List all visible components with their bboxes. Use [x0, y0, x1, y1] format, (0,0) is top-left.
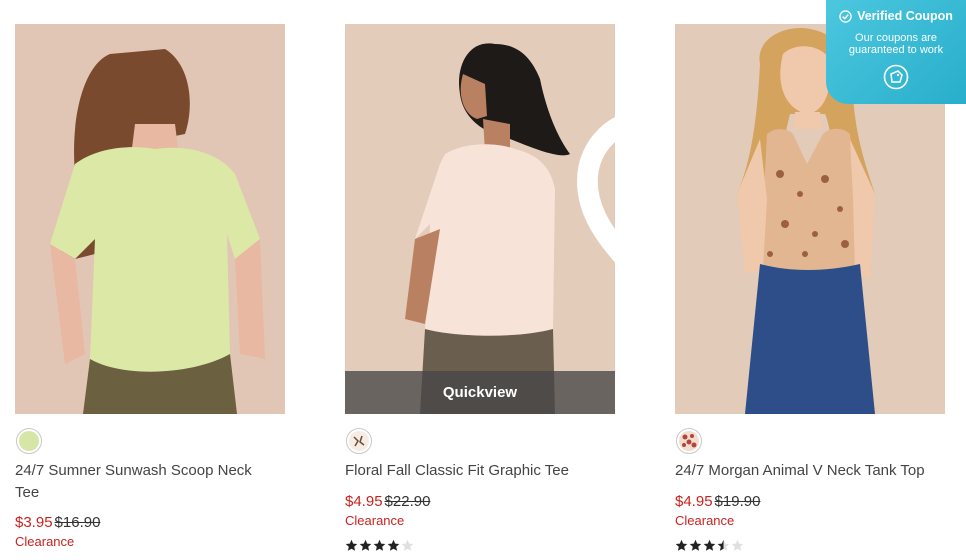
star-rating	[345, 539, 414, 553]
star-icon	[387, 539, 400, 551]
sale-price: $4.95	[345, 493, 383, 510]
original-price: $16.90	[54, 514, 101, 531]
product-name[interactable]: 24/7 Morgan Animal V Neck Tank Top	[675, 460, 935, 482]
product-card: Quickview Floral Fall Classic Fit Graphi…	[345, 24, 615, 551]
product-photo	[345, 24, 615, 414]
quickview-button[interactable]: Quickview	[345, 371, 615, 414]
star-icon	[345, 539, 358, 551]
original-price: $19.90	[714, 493, 761, 510]
coupon-title: Verified Coupon	[857, 9, 953, 23]
verified-coupon-widget[interactable]: Verified Coupon Our coupons are guarante…	[826, 0, 966, 104]
coupon-subtitle: Our coupons are guaranteed to work	[848, 32, 944, 56]
coupon-logo-icon[interactable]	[883, 64, 909, 90]
color-swatch[interactable]	[676, 428, 702, 454]
coupon-header: Verified Coupon	[826, 9, 966, 23]
product-image[interactable]	[15, 24, 285, 414]
sale-price: $4.95	[675, 493, 713, 510]
product-photo	[15, 24, 285, 414]
swatch-dot	[19, 431, 39, 451]
star-rating	[675, 539, 744, 553]
clearance-badge: Clearance	[345, 513, 405, 528]
color-swatch[interactable]	[346, 428, 372, 454]
star-icon	[689, 539, 702, 551]
product-name[interactable]: 24/7 Sumner Sunwash Scoop Neck Tee	[15, 460, 275, 504]
product-image[interactable]: Quickview	[345, 24, 615, 414]
star-icon	[731, 539, 744, 551]
star-icon	[675, 539, 688, 551]
product-card: 24/7 Sumner Sunwash Scoop Neck Tee $3.95…	[15, 24, 285, 549]
product-name[interactable]: Floral Fall Classic Fit Graphic Tee	[345, 460, 605, 482]
star-icon	[373, 539, 386, 551]
clearance-badge: Clearance	[15, 534, 75, 549]
favorite-heart-icon[interactable]	[577, 38, 615, 263]
swatch-dot	[349, 431, 369, 451]
check-circle-icon	[839, 9, 852, 23]
price: $3.95 $16.90	[15, 514, 100, 531]
sale-price: $3.95	[15, 514, 53, 531]
product-grid: 24/7 Sumner Sunwash Scoop Neck Tee $3.95…	[0, 0, 966, 560]
price: $4.95 $19.90	[675, 493, 760, 510]
star-icon	[359, 539, 372, 551]
star-icon	[717, 539, 730, 551]
star-icon	[401, 539, 414, 551]
star-icon	[703, 539, 716, 551]
original-price: $22.90	[384, 493, 431, 510]
clearance-badge: Clearance	[675, 513, 735, 528]
price: $4.95 $22.90	[345, 493, 430, 510]
swatch-dot	[679, 431, 699, 451]
color-swatch[interactable]	[16, 428, 42, 454]
